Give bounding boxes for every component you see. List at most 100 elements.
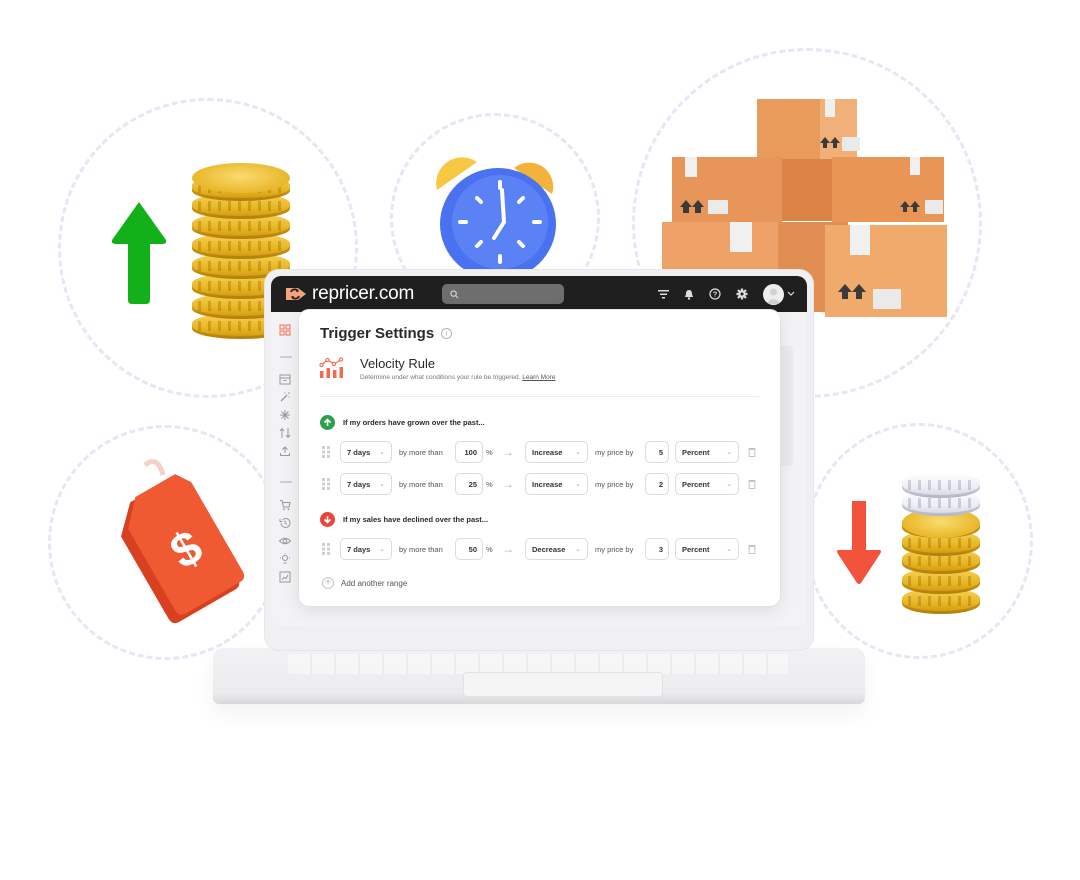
bell-icon[interactable]	[684, 289, 694, 300]
search-input[interactable]	[463, 288, 554, 300]
upload-icon[interactable]	[279, 445, 291, 457]
action-select[interactable]: Increase ⌄	[525, 441, 588, 463]
drag-handle-icon[interactable]	[322, 543, 331, 555]
period-value: 7 days	[347, 544, 371, 554]
unit-select[interactable]: Percent ⌄	[675, 441, 739, 463]
action-value: Increase	[532, 447, 563, 457]
price-tag-icon: $	[121, 459, 245, 624]
my-price-by-label: my price by	[595, 479, 634, 489]
unit-select[interactable]: Percent ⌄	[675, 473, 739, 495]
help-icon[interactable]: ?	[709, 288, 721, 300]
section-heading: If my orders have grown over the past...	[343, 418, 485, 427]
action-select[interactable]: Increase ⌄	[525, 473, 588, 495]
chevron-down-icon: ⌄	[379, 546, 385, 553]
amount-input[interactable]: 3	[645, 538, 669, 560]
unit-value: Percent	[682, 479, 710, 489]
range-row: 7 days ⌄ by more than 50 % → Decrease ⌄ my…	[322, 538, 762, 560]
section-orders-grown: If my orders have grown over the past...	[320, 415, 485, 430]
amount-input[interactable]: 2	[645, 473, 669, 495]
brand-name: repricer.com	[312, 283, 415, 304]
amount-input[interactable]: 5	[645, 441, 669, 463]
archive-icon[interactable]	[279, 373, 291, 385]
report-icon[interactable]	[279, 571, 291, 583]
by-more-than-label: by more than	[399, 447, 443, 457]
info-icon[interactable]: i	[441, 328, 453, 339]
my-price-by-label: my price by	[595, 447, 634, 457]
chevron-down-icon: ⌄	[575, 449, 581, 456]
period-value: 7 days	[347, 479, 371, 489]
threshold-value: 25	[468, 479, 477, 489]
sidebar-divider	[280, 356, 292, 358]
brand[interactable]: repricer.com	[285, 283, 414, 305]
eye-icon[interactable]	[279, 535, 291, 547]
plus-circle-icon: +	[322, 577, 334, 589]
user-menu[interactable]	[763, 283, 795, 305]
unit-value: Percent	[682, 447, 710, 457]
trigger-settings-title: Trigger Settings	[320, 325, 435, 342]
dashboard-icon[interactable]	[279, 324, 291, 336]
chevron-down-icon[interactable]	[787, 291, 795, 297]
add-another-range-button[interactable]: + Add another range	[322, 577, 407, 589]
threshold-input[interactable]: 50	[455, 538, 483, 560]
history-icon[interactable]	[279, 517, 291, 529]
repricing-arrows-icon[interactable]	[279, 427, 291, 439]
amount-value: 5	[658, 447, 663, 457]
threshold-input[interactable]: 25	[455, 473, 483, 495]
sidebar-divider	[280, 481, 292, 483]
repricer-logo-icon	[286, 288, 306, 300]
rule-description-text: Determine under what conditions your rul…	[360, 374, 521, 381]
amount-value: 2	[658, 479, 663, 489]
laptop-trackpad	[463, 672, 663, 697]
search-icon	[450, 289, 459, 298]
chevron-down-icon: ⌄	[379, 481, 385, 488]
drag-handle-icon[interactable]	[322, 478, 331, 490]
amount-value: 3	[658, 544, 663, 554]
avatar[interactable]	[763, 283, 784, 305]
arrow-down-badge-icon	[320, 512, 335, 527]
action-value: Decrease	[532, 544, 566, 554]
laptop-keyboard	[288, 654, 788, 674]
threshold-value: 50	[468, 544, 477, 554]
period-select[interactable]: 7 days ⌄	[340, 441, 392, 463]
svg-text:?: ?	[713, 290, 718, 299]
percent-sign: %	[486, 544, 493, 554]
user-silhouette-icon	[766, 288, 781, 304]
percent-sign: %	[486, 447, 493, 457]
by-more-than-label: by more than	[399, 544, 443, 554]
arrow-up-badge-icon	[320, 415, 335, 430]
chevron-down-icon: ⌄	[726, 546, 732, 553]
filter-icon[interactable]	[658, 289, 669, 299]
trash-icon[interactable]	[748, 544, 756, 554]
action-select[interactable]: Decrease ⌄	[525, 538, 588, 560]
cart-icon[interactable]	[279, 499, 291, 511]
velocity-chart-icon	[319, 357, 344, 378]
add-range-label: Add another range	[341, 578, 408, 588]
trash-icon[interactable]	[748, 479, 756, 489]
period-select[interactable]: 7 days ⌄	[340, 473, 392, 495]
rule-description: Determine under what conditions your rul…	[360, 374, 555, 381]
learn-more-link[interactable]: Learn More	[522, 374, 555, 381]
shrinking-coin-stack	[902, 468, 980, 616]
magic-wand-icon[interactable]	[279, 391, 291, 403]
unit-value: Percent	[682, 544, 710, 554]
period-select[interactable]: 7 days ⌄	[340, 538, 392, 560]
chevron-down-icon: ⌄	[575, 481, 581, 488]
trash-icon[interactable]	[748, 447, 756, 457]
range-row: 7 days ⌄ by more than 100 % → Increase ⌄ m…	[322, 441, 762, 463]
section-sales-declined: If my sales have declined over the past.…	[320, 512, 488, 527]
alarm-clock-icon	[436, 157, 556, 275]
gear-icon[interactable]	[736, 288, 748, 300]
period-value: 7 days	[347, 447, 371, 457]
chevron-down-icon: ⌄	[379, 449, 385, 456]
laptop-base	[213, 648, 865, 704]
search-box[interactable]	[442, 284, 565, 304]
chevron-down-icon: ⌄	[726, 449, 732, 456]
unit-select[interactable]: Percent ⌄	[675, 538, 739, 560]
arrow-right-icon: →	[502, 542, 514, 556]
top-navbar: repricer.com ?	[271, 276, 807, 312]
threshold-input[interactable]: 100	[455, 441, 483, 463]
network-icon[interactable]	[279, 409, 291, 421]
drag-handle-icon[interactable]	[322, 446, 331, 458]
page-title: Trigger Settings i	[320, 325, 453, 342]
lightbulb-icon[interactable]	[279, 553, 291, 565]
